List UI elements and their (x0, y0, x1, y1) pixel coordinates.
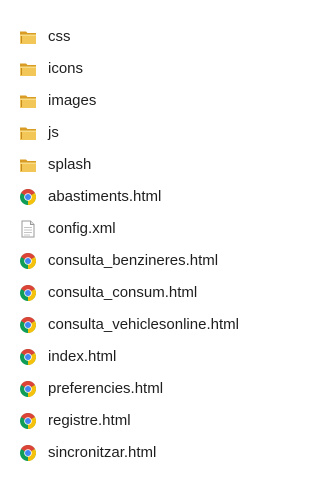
chrome-icon (19, 316, 37, 334)
file-name: config.xml (48, 220, 116, 237)
file-name: consulta_consum.html (48, 284, 198, 301)
file-name: index.html (48, 348, 117, 365)
file-name: abastiments.html (48, 188, 162, 205)
list-item-folder-icons[interactable]: icons (19, 56, 83, 82)
list-item-folder-splash[interactable]: splash (19, 152, 91, 178)
list-item-file-index[interactable]: index.html (19, 344, 116, 370)
file-name: images (48, 92, 97, 109)
chrome-icon (19, 252, 37, 270)
list-item-folder-css[interactable]: css (19, 24, 71, 50)
folder-icon (19, 156, 37, 174)
file-name: js (48, 124, 59, 141)
chrome-icon (19, 188, 37, 206)
list-item-file-sincronitzar[interactable]: sincronitzar.html (19, 440, 156, 466)
chrome-icon (19, 348, 37, 366)
file-list: css icons images js splash abastiments.h… (0, 0, 331, 486)
chrome-icon (19, 444, 37, 462)
chrome-icon (19, 284, 37, 302)
list-item-file-abastiments[interactable]: abastiments.html (19, 184, 161, 210)
list-item-folder-js[interactable]: js (19, 120, 59, 146)
file-name: sincronitzar.html (48, 444, 157, 461)
file-name: icons (48, 60, 84, 77)
list-item-folder-images[interactable]: images (19, 88, 96, 114)
file-name: consulta_vehiclesonline.html (48, 316, 239, 333)
file-name: css (48, 28, 71, 45)
list-item-file-preferencies[interactable]: preferencies.html (19, 376, 163, 402)
list-item-file-config[interactable]: config.xml (19, 216, 116, 242)
file-name: registre.html (48, 412, 131, 429)
file-name: preferencies.html (48, 380, 164, 397)
folder-icon (19, 92, 37, 110)
folder-icon (19, 60, 37, 78)
file-name: splash (48, 156, 92, 173)
list-item-file-consulta-consum[interactable]: consulta_consum.html (19, 280, 197, 306)
chrome-icon (19, 412, 37, 430)
document-icon (19, 220, 37, 238)
list-item-file-consulta-benzineres[interactable]: consulta_benzineres.html (19, 248, 218, 274)
folder-icon (19, 124, 37, 142)
list-item-file-registre[interactable]: registre.html (19, 408, 131, 434)
folder-icon (19, 28, 37, 46)
list-item-file-consulta-vehiclesonline[interactable]: consulta_vehiclesonline.html (19, 312, 239, 338)
chrome-icon (19, 380, 37, 398)
file-name: consulta_benzineres.html (48, 252, 219, 269)
